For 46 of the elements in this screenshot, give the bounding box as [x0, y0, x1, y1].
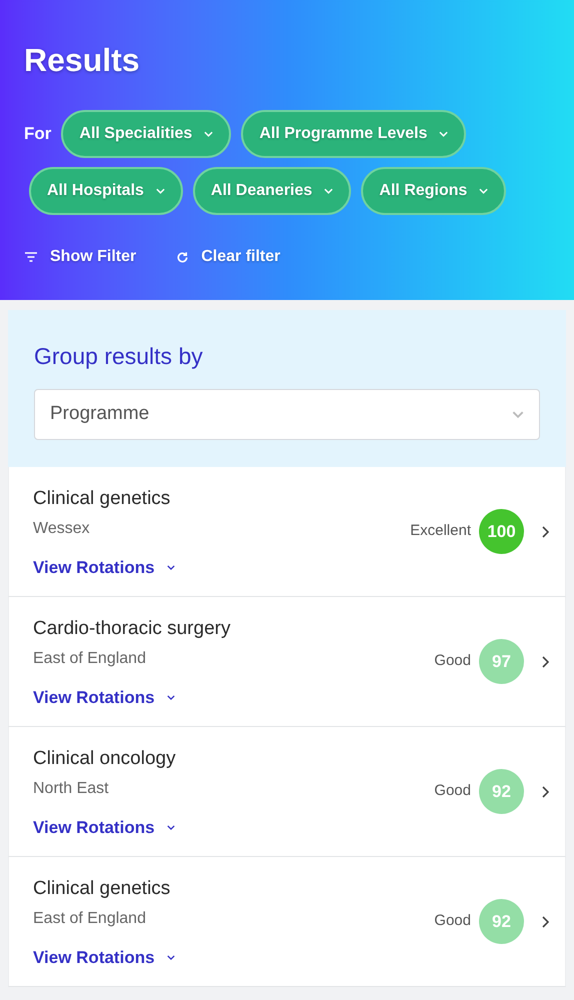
chevron-down-icon [166, 565, 175, 570]
rating-text: Good [434, 781, 471, 802]
chevron-right-icon [542, 786, 549, 798]
score-badge: 92 [479, 769, 524, 814]
result-card[interactable]: Cardio-thoracic surgery East of England View Rotations Good 97 [8, 597, 566, 727]
chevron-right-icon [542, 526, 549, 538]
chevron-down-icon [204, 131, 214, 137]
filter-action-link[interactable]: Show Filter [24, 245, 136, 269]
result-card[interactable]: Clinical oncology North East View Rotations Good 92 [8, 727, 566, 857]
programme-name: Clinical genetics [33, 487, 170, 511]
chevron-down-icon [439, 131, 448, 137]
chevron-down-icon [166, 695, 175, 700]
chevron-down-icon [166, 955, 175, 960]
region-text: North East [33, 779, 109, 799]
chevron-right-icon [542, 656, 549, 668]
filter-icon [24, 251, 38, 263]
score-badge: 97 [479, 639, 524, 684]
chevron-down-icon [479, 188, 488, 194]
page-title: Results [24, 41, 140, 80]
rating-text: Good [434, 911, 471, 932]
programme-name: Clinical genetics [33, 877, 170, 901]
chevron-right-icon [542, 916, 549, 928]
region-text: Wessex [33, 519, 90, 539]
refresh-icon [176, 250, 190, 264]
score-badge: 100 [479, 509, 524, 554]
group-by-select[interactable]: Programme [34, 389, 540, 440]
result-card[interactable]: Clinical genetics East of England View Rotations Good 92 [8, 857, 566, 987]
chevron-down-icon [166, 825, 175, 830]
rating-text: Good [434, 651, 471, 672]
view-rotations-link[interactable]: View Rotations [33, 945, 175, 970]
for-label: For [24, 123, 52, 146]
view-rotations-link[interactable]: View Rotations [33, 815, 175, 840]
programme-name: Cardio-thoracic surgery [33, 617, 230, 641]
chevron-down-icon [324, 188, 334, 194]
score-badge: 92 [479, 899, 524, 944]
programme-name: Clinical oncology [33, 747, 176, 771]
view-rotations-link[interactable]: View Rotations [33, 685, 175, 710]
region-text: East of England [33, 649, 146, 669]
rating-text: Excellent [410, 521, 471, 542]
chevron-down-icon [512, 411, 524, 418]
result-card[interactable]: Clinical genetics Wessex View Rotations Excellent 100 [8, 467, 566, 597]
region-text: East of England [33, 909, 146, 929]
filter-action-link[interactable]: Clear filter [176, 245, 280, 269]
group-by-title: Group results by [34, 342, 203, 371]
chevron-down-icon [156, 188, 165, 194]
view-rotations-link[interactable]: View Rotations [33, 555, 175, 580]
